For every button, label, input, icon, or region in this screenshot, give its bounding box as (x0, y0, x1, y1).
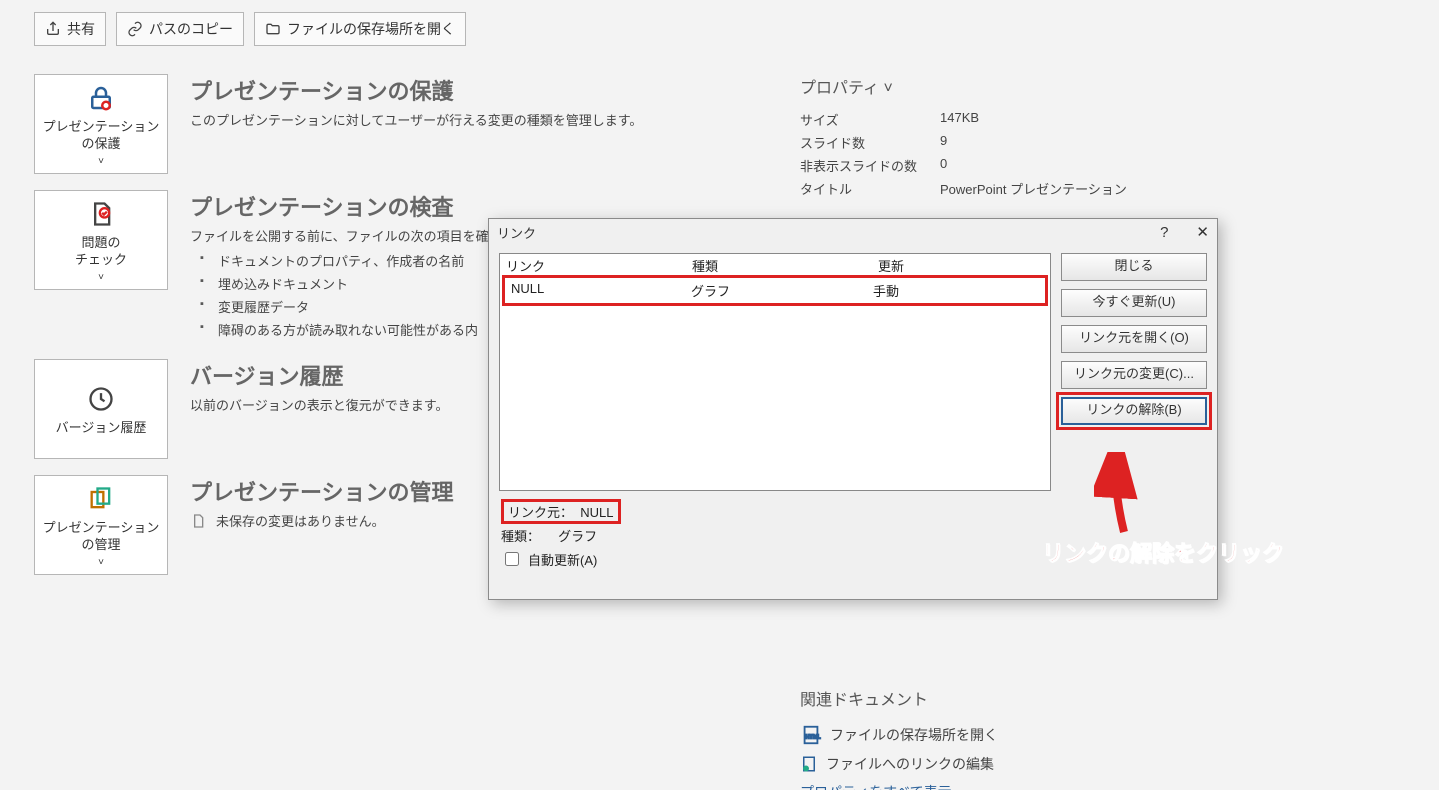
copy-path-label: パスのコピー (149, 19, 233, 39)
properties-heading[interactable]: プロパティ ˅ (800, 74, 1220, 98)
version-history-button[interactable]: バージョン履歴 (34, 359, 168, 459)
help-button[interactable]: ? (1160, 224, 1168, 241)
change-source-button[interactable]: リンク元の変更(C)... (1061, 361, 1207, 389)
callout-text: リンクの解除をクリック (1042, 536, 1284, 568)
chevron-down-icon: ˅ (98, 156, 104, 167)
protect-desc: このプレゼンテーションに対してユーザーが行える変更の種類を管理します。 (190, 110, 1405, 129)
protect-title: プレゼンテーションの保護 (190, 74, 1405, 106)
link-icon (127, 21, 143, 37)
protect-presentation-button[interactable]: プレゼンテーションの保護 ˅ (34, 74, 168, 174)
links-list[interactable]: リンク 種類 更新 NULL グラフ 手動 (499, 253, 1051, 491)
property-row: スライド数9 (800, 133, 1220, 152)
links-row-selected[interactable]: NULL グラフ 手動 (502, 275, 1048, 306)
close-icon[interactable]: ✕ (1196, 223, 1209, 241)
documents-icon (87, 482, 115, 516)
html-file-icon: HTML (800, 724, 822, 746)
property-row: サイズ147KB (800, 110, 1220, 129)
share-icon (45, 21, 61, 37)
share-label: 共有 (67, 19, 95, 39)
dialog-title: リンク (497, 223, 536, 242)
svg-text:HTML: HTML (806, 735, 821, 741)
open-file-location-button[interactable]: ファイルの保存場所を開く (254, 12, 466, 46)
document-check-icon (87, 197, 115, 231)
close-button[interactable]: 閉じる (1061, 253, 1207, 281)
open-source-button[interactable]: リンク元を開く(O) (1061, 325, 1207, 353)
open-file-location-label: ファイルの保存場所を開く (287, 19, 455, 39)
history-icon (87, 382, 115, 416)
share-button[interactable]: 共有 (34, 12, 106, 46)
check-issues-button[interactable]: 問題の チェック ˅ (34, 190, 168, 290)
show-all-properties-link[interactable]: プロパティをすべて表示 (800, 782, 1220, 790)
folder-icon (265, 21, 281, 37)
chevron-down-icon: ˅ (884, 80, 893, 97)
chevron-down-icon: ˅ (98, 557, 104, 568)
lock-icon (86, 81, 116, 115)
chevron-down-icon: ˅ (98, 272, 104, 283)
link-edit-icon (800, 755, 818, 773)
links-header: リンク 種類 更新 (500, 254, 1050, 277)
property-row: 非表示スライドの数0 (800, 156, 1220, 175)
property-row: タイトルPowerPoint プレゼンテーション (800, 179, 1220, 198)
copy-path-button[interactable]: パスのコピー (116, 12, 244, 46)
update-now-button[interactable]: 今すぐ更新(U) (1061, 289, 1207, 317)
manage-presentation-button[interactable]: プレゼンテーションの管理 ˅ (34, 475, 168, 575)
related-documents-heading: 関連ドキュメント (800, 686, 1220, 710)
link-source-row: リンク元： NULL (501, 499, 621, 524)
edit-links-link[interactable]: ファイルへのリンクの編集 (800, 754, 1220, 774)
document-icon (190, 513, 206, 529)
open-file-location-link[interactable]: HTML ファイルの保存場所を開く (800, 724, 1220, 746)
break-link-button[interactable]: リンクの解除(B) (1061, 397, 1207, 425)
